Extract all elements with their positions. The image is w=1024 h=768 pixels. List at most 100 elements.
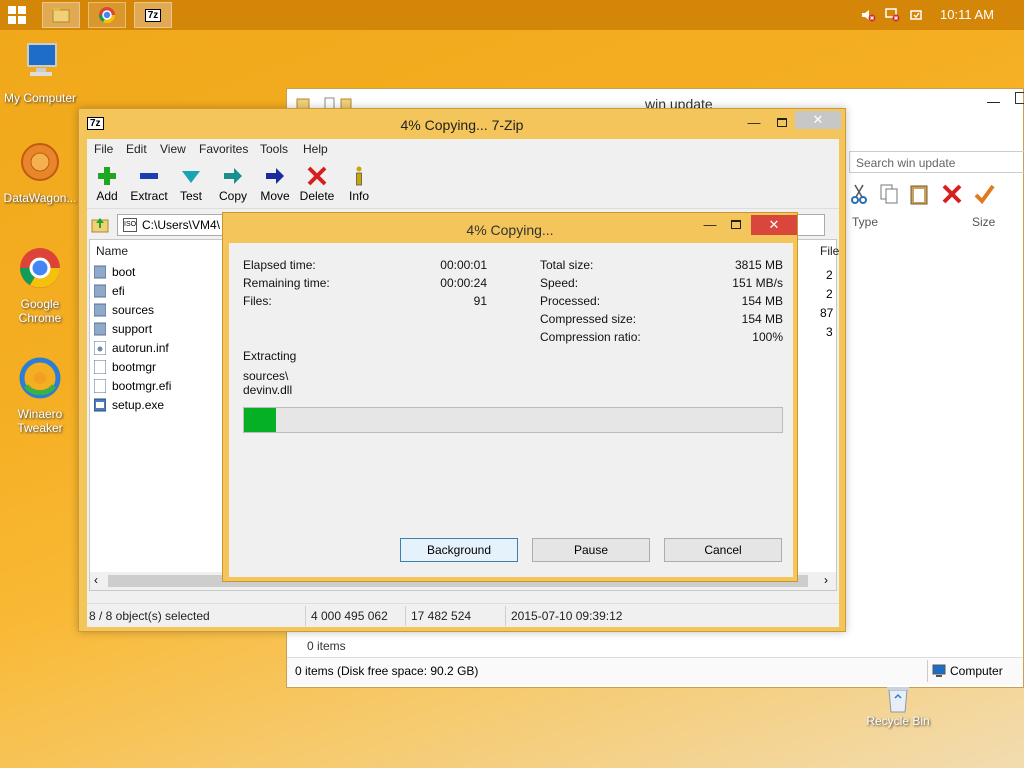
progress-close-button[interactable]: ✕: [751, 215, 797, 235]
file-col-value: 2: [826, 287, 833, 301]
desktop-icon-label: Google Chrome: [18, 297, 62, 325]
file-row-autorun[interactable]: autorun.inf: [94, 338, 169, 357]
desktop-icon-my-computer[interactable]: My Computer: [0, 40, 80, 105]
progress-minimize-button[interactable]: —: [699, 217, 721, 233]
7zip-minimize-button[interactable]: —: [743, 115, 765, 131]
cut-icon[interactable]: [849, 183, 869, 205]
desktop-icon-label: DataWagon...: [3, 191, 77, 205]
clock[interactable]: 10:11 AM: [940, 7, 1010, 22]
paste-icon[interactable]: [909, 183, 929, 205]
copy-button[interactable]: Copy: [209, 165, 257, 203]
folder-up-icon[interactable]: [91, 215, 109, 233]
compressed-size-value: 154 MB: [741, 312, 783, 326]
7zip-maximize-button[interactable]: [771, 115, 793, 131]
7zip-title: 4% Copying... 7-Zip: [400, 117, 524, 133]
file-row-sources[interactable]: sources: [94, 300, 154, 319]
desktop-icon-winaero-tweaker[interactable]: Winaero Tweaker: [0, 356, 80, 435]
7zip-toolbar: Add Extract Test Copy Move Delete Info: [87, 161, 839, 209]
menu-view[interactable]: View: [160, 142, 186, 156]
cancel-button[interactable]: Cancel: [664, 538, 782, 562]
plus-icon: [98, 167, 116, 185]
taskbar-file-explorer-button[interactable]: [42, 2, 80, 28]
explorer-column-size[interactable]: Size: [972, 215, 995, 229]
taskbar-7zip-button[interactable]: 7z: [134, 2, 172, 28]
extract-button[interactable]: Extract: [125, 165, 173, 203]
progress-bar: [243, 407, 783, 433]
file-name: support: [112, 321, 153, 336]
file-row-support[interactable]: support: [94, 319, 152, 338]
recycle-bin-icon: [887, 687, 909, 713]
action-center-icon[interactable]: [908, 7, 924, 23]
menu-file[interactable]: File: [94, 142, 113, 156]
file-row-bootmgr-efi[interactable]: bootmgr.efi: [94, 376, 171, 395]
network-error-icon[interactable]: [884, 7, 900, 23]
explorer-location[interactable]: Computer: [950, 664, 1003, 678]
status-size: 4 000 495 062: [311, 609, 388, 623]
7zip-statusbar: 8 / 8 object(s) selected 4 000 495 062 1…: [87, 603, 839, 627]
compressed-size-label: Compressed size:: [540, 312, 637, 326]
copy-icon[interactable]: [879, 183, 899, 205]
file-row-efi[interactable]: efi: [94, 281, 125, 300]
file-row-boot[interactable]: boot: [94, 262, 135, 281]
delete-icon[interactable]: [941, 183, 963, 205]
scroll-left-arrow-icon[interactable]: ‹: [94, 573, 98, 587]
column-name[interactable]: Name: [96, 244, 128, 258]
7zip-close-button[interactable]: ✕: [795, 111, 841, 129]
copy-arrow-icon: [224, 168, 242, 184]
menu-favorites[interactable]: Favorites: [199, 142, 248, 156]
delete-button[interactable]: Delete: [293, 165, 341, 203]
settings-file-icon: [94, 340, 106, 355]
explorer-search-input[interactable]: Search win update: [849, 151, 1024, 173]
total-size-value: 3815 MB: [734, 258, 783, 272]
operation-label: Extracting: [243, 349, 297, 363]
checkmark-icon[interactable]: [973, 183, 995, 205]
file-icon: [94, 359, 106, 374]
file-row-bootmgr[interactable]: bootmgr: [94, 357, 156, 376]
file-name: efi: [112, 283, 125, 298]
desktop-icon-datawagon[interactable]: DataWagon...: [0, 140, 80, 205]
7zip-titlebar[interactable]: 7z 4% Copying... 7-Zip — ✕: [79, 109, 845, 139]
taskbar-chrome-button[interactable]: [88, 2, 126, 28]
progress-titlebar[interactable]: 4% Copying... — ✕: [223, 213, 797, 243]
speed-label: Speed:: [540, 276, 579, 290]
desktop-icon-recycle-bin[interactable]: Recycle Bin: [860, 684, 936, 728]
file-name: setup.exe: [112, 397, 165, 412]
file-icon: [94, 378, 106, 393]
7zip-menubar: File Edit View Favorites Tools Help: [87, 139, 839, 161]
info-icon: [356, 166, 362, 186]
background-button[interactable]: Background: [400, 538, 518, 562]
explorer-statusbar: 0 items (Disk free space: 90.2 GB) Compu…: [287, 657, 1023, 685]
explorer-minimize-button[interactable]: —: [987, 94, 1000, 109]
add-button[interactable]: Add: [83, 165, 131, 203]
speaker-muted-icon[interactable]: [860, 7, 876, 23]
desktop-icon-google-chrome[interactable]: Google Chrome: [0, 246, 80, 325]
drive-icon: ISO: [123, 218, 137, 232]
info-button[interactable]: Info: [335, 165, 383, 203]
explorer-column-type[interactable]: Type: [852, 215, 878, 229]
column-file[interactable]: File: [820, 244, 839, 258]
progress-maximize-button[interactable]: [725, 217, 747, 233]
pause-button[interactable]: Pause: [532, 538, 650, 562]
copy-progress-dialog[interactable]: 4% Copying... — ✕ Elapsed time: 00:00:01…: [222, 212, 798, 582]
processed-label: Processed:: [540, 294, 601, 308]
explorer-status-text: 0 items (Disk free space: 90.2 GB): [295, 664, 479, 678]
move-button[interactable]: Move: [251, 165, 299, 203]
winaero-tweaker-icon: [19, 357, 61, 399]
file-name: bootmgr: [112, 359, 157, 374]
windows-start-icon[interactable]: [8, 6, 26, 24]
menu-edit[interactable]: Edit: [126, 142, 147, 156]
statusbar-divider: [927, 660, 928, 682]
explorer-maximize-button[interactable]: [1015, 92, 1024, 104]
scroll-right-arrow-icon[interactable]: ›: [824, 573, 828, 587]
checkmark-icon: [182, 171, 200, 183]
file-row-setup[interactable]: setup.exe: [94, 395, 164, 414]
file-col-value: 87: [820, 306, 834, 320]
menu-tools[interactable]: Tools: [260, 142, 288, 156]
elapsed-label: Elapsed time:: [243, 258, 316, 272]
menu-help[interactable]: Help: [303, 142, 328, 156]
add-label: Add: [96, 189, 118, 203]
datawagon-icon: [21, 143, 59, 181]
test-button[interactable]: Test: [167, 165, 215, 203]
compression-ratio-value: 100%: [752, 330, 783, 344]
current-path: sources\: [243, 369, 289, 383]
